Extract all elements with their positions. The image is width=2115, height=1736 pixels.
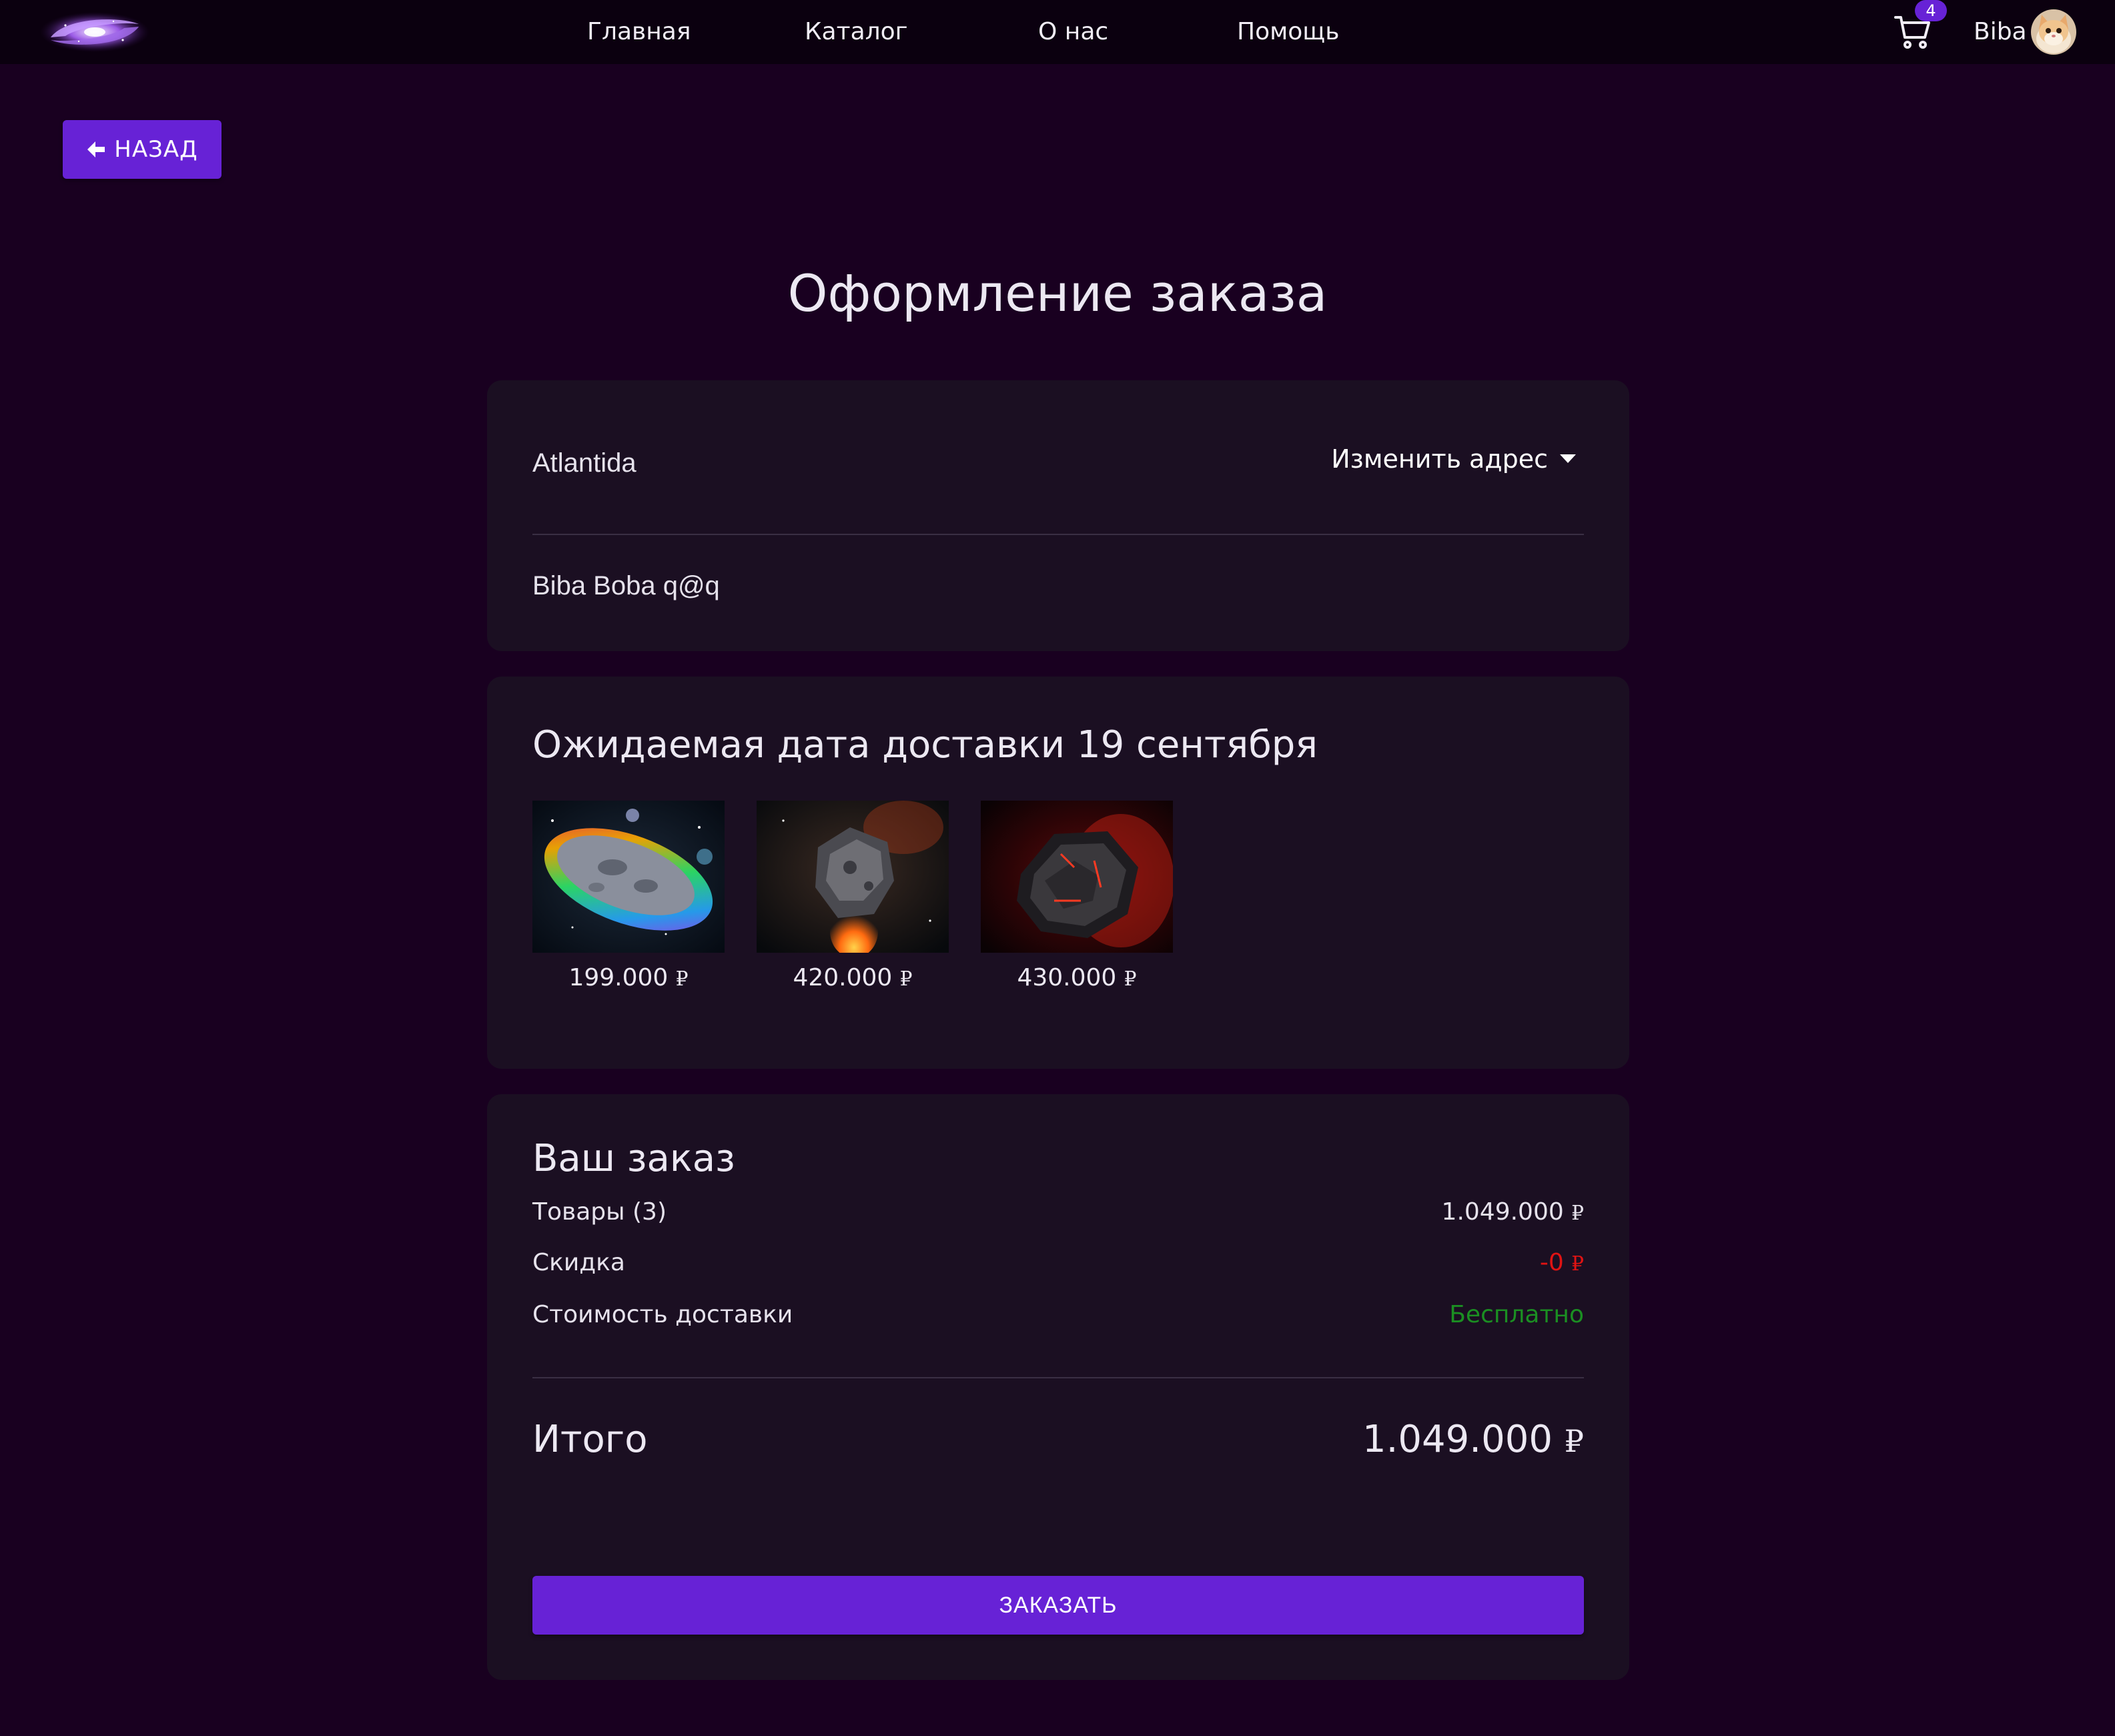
caret-down-icon <box>1560 454 1576 463</box>
arrow-left-icon <box>87 141 105 157</box>
delivery-date-title: Ожидаемая дата доставки 19 сентября <box>532 723 1318 767</box>
total-label: Итого <box>532 1418 648 1461</box>
address-card: Atlantida Изменить адрес Biba Boba q@q <box>487 380 1629 651</box>
address-divider <box>532 534 1584 535</box>
rainbow-asteroid-image[interactable] <box>532 801 725 953</box>
fiery-asteroid-image[interactable] <box>757 801 949 953</box>
place-order-button[interactable]: ЗАКАЗАТЬ <box>532 1576 1584 1635</box>
nav-link-about[interactable]: О нас <box>1038 15 1108 49</box>
red-lava-asteroid-image[interactable] <box>981 801 1173 953</box>
page-title: Оформление заказа <box>787 264 1328 323</box>
discount-label: Скидка <box>532 1249 625 1276</box>
order-title: Ваш заказ <box>532 1137 735 1180</box>
username-label[interactable]: Biba <box>1974 15 2027 49</box>
back-button[interactable]: НАЗАД <box>63 120 222 179</box>
items-value: 1.049.000 ₽ <box>1441 1198 1584 1226</box>
order-summary-card: Ваш заказ Товары (3) 1.049.000 ₽ Скидка … <box>487 1094 1629 1680</box>
nav-link-home[interactable]: Главная <box>587 15 691 49</box>
items-label: Товары (3) <box>532 1198 667 1226</box>
cart-count-badge: 4 <box>1915 0 1947 21</box>
cat-avatar-icon[interactable] <box>2031 9 2076 55</box>
product-price: 420.000 ₽ <box>793 964 913 991</box>
total-value: 1.049.000 ₽ <box>1362 1418 1584 1461</box>
product-item: 420.000 ₽ <box>757 801 949 995</box>
nav-link-help[interactable]: Помощь <box>1237 15 1339 49</box>
recipient-info: Biba Boba q@q <box>532 571 720 600</box>
nav-link-catalog[interactable]: Каталог <box>805 15 908 49</box>
back-button-label: НАЗАД <box>114 136 198 163</box>
change-address-label: Изменить адрес <box>1331 444 1548 474</box>
change-address-dropdown[interactable]: Изменить адрес <box>1331 442 1576 476</box>
galaxy-logo-icon[interactable] <box>39 7 151 57</box>
shipping-label: Стоимость доставки <box>532 1301 793 1328</box>
product-item: 199.000 ₽ <box>532 801 725 995</box>
delivery-card: Ожидаемая дата доставки 19 сентября 199.… <box>487 677 1629 1069</box>
product-price: 430.000 ₽ <box>1017 964 1137 991</box>
discount-value: -0 ₽ <box>1539 1249 1584 1276</box>
product-price: 199.000 ₽ <box>568 964 689 991</box>
product-item: 430.000 ₽ <box>981 801 1173 995</box>
top-navbar: Главная Каталог О нас Помощь 4 Biba <box>0 0 2115 64</box>
address-value: Atlantida <box>532 448 637 478</box>
shipping-value: Бесплатно <box>1449 1301 1584 1328</box>
summary-divider <box>532 1377 1584 1378</box>
